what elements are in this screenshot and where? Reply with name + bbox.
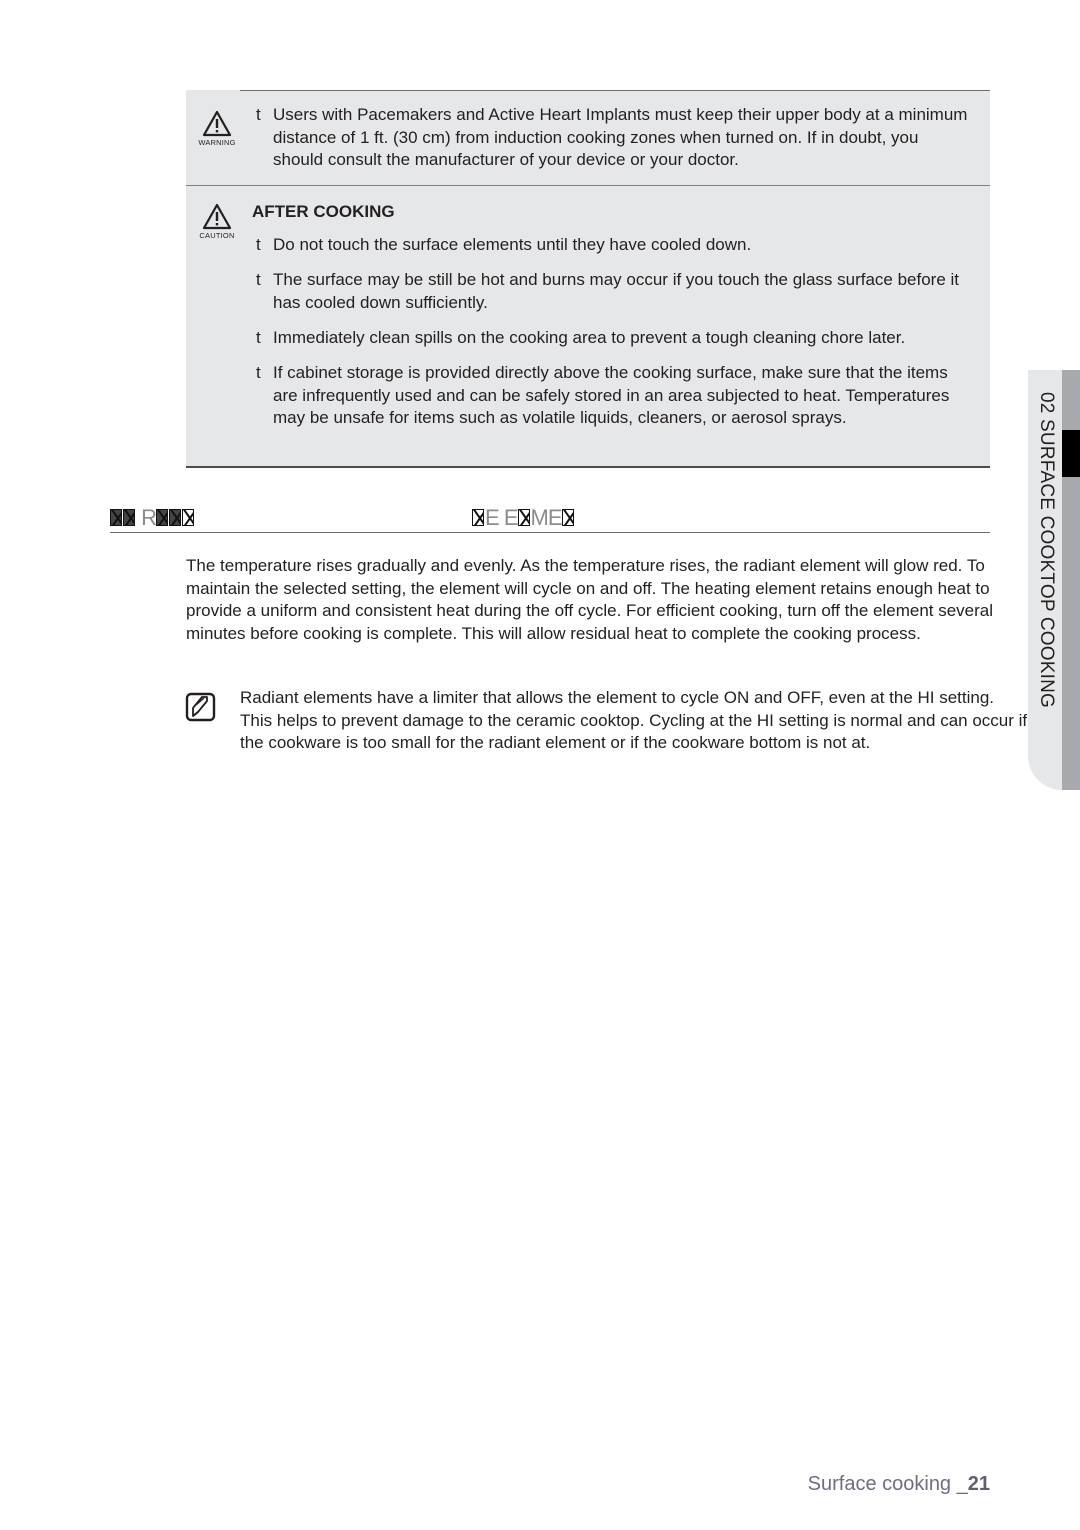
missing-glyph — [169, 509, 182, 526]
caution-item-text: Immediately clean spills on the cooking … — [273, 328, 906, 347]
heading-letter: M — [530, 505, 549, 530]
safety-notice-box: WARNING t Users with Pacemakers and Acti… — [186, 90, 990, 468]
note-pencil-icon — [185, 692, 216, 722]
warning-label: WARNING — [198, 138, 236, 147]
missing-glyph — [182, 509, 195, 526]
bullet-marker: t — [256, 105, 261, 124]
top-rule — [240, 90, 990, 91]
note-text: Radiant elements have a limiter that all… — [240, 688, 1028, 753]
caution-item: t Do not touch the surface elements unti… — [256, 234, 968, 257]
caution-title: AFTER COOKING — [252, 202, 395, 221]
heading-right-part: E E ME — [472, 507, 575, 529]
warning-icon-block: WARNING — [192, 110, 242, 147]
caution-item: t If cabinet storage is provided directl… — [256, 362, 968, 430]
missing-glyph — [123, 509, 135, 526]
body-paragraph: The temperature rises gradually and even… — [186, 556, 994, 644]
missing-glyph — [472, 509, 484, 526]
caution-item-text: If cabinet storage is provided directly … — [273, 363, 950, 427]
caution-triangle-icon — [202, 203, 232, 230]
caution-item-text: Do not touch the surface elements until … — [273, 235, 752, 254]
warning-triangle-icon — [202, 110, 232, 137]
caution-item: t Immediately clean spills on the cookin… — [256, 327, 968, 350]
heading-left-part: R — [110, 507, 195, 529]
warning-item-text: Users with Pacemakers and Active Heart I… — [273, 105, 968, 169]
warning-item: t Users with Pacemakers and Active Heart… — [256, 104, 968, 172]
heading-letter: E — [503, 505, 519, 530]
bottom-rule — [186, 466, 990, 468]
section-divider — [186, 185, 990, 186]
caution-item: t The surface may be still be hot and bu… — [256, 269, 968, 314]
bullet-marker: t — [256, 270, 261, 289]
missing-glyph — [517, 509, 530, 526]
chapter-side-tab: 02 SURFACE COOKTOP COOKING — [1028, 370, 1080, 790]
heading-rule — [110, 532, 990, 533]
page-number: 21 — [967, 1473, 990, 1495]
chapter-label: 02 SURFACE COOKTOP COOKING — [1036, 392, 1057, 708]
caution-icon-block: CAUTION — [192, 203, 242, 240]
section-heading: R E E ME — [110, 505, 990, 533]
missing-glyph — [561, 509, 574, 526]
footer-section: Surface cooking _ — [807, 1473, 968, 1495]
caution-label: CAUTION — [199, 231, 235, 240]
missing-glyph — [156, 509, 169, 526]
caution-item-text: The surface may be still be hot and burn… — [273, 270, 960, 312]
bullet-marker: t — [256, 235, 261, 254]
bullet-marker: t — [256, 363, 261, 382]
missing-glyph — [110, 509, 122, 526]
chapter-marker — [1062, 430, 1080, 477]
bullet-marker: t — [256, 328, 261, 347]
heading-letter: E — [485, 505, 500, 530]
heading-letter: E — [547, 505, 563, 530]
heading-letter: R — [141, 505, 157, 530]
page-footer: Surface cooking _21 — [808, 1473, 990, 1496]
